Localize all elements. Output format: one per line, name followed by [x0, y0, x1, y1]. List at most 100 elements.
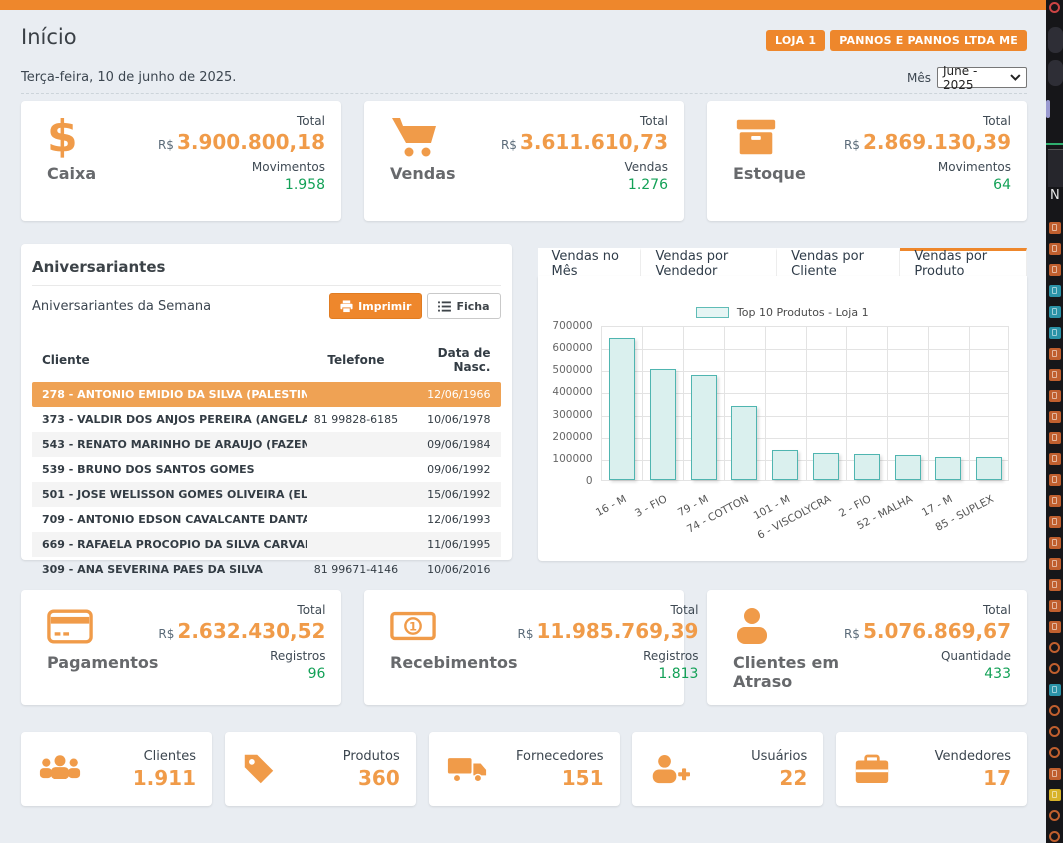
- column-header-data: Data de Nasc.: [405, 346, 490, 374]
- window-edge-fragment: [1048, 60, 1063, 86]
- data-nasc-cell: 09/06/1992: [405, 463, 490, 476]
- count-value: 96: [158, 666, 325, 682]
- currency-label: R$: [501, 138, 517, 152]
- user-icon: [733, 603, 844, 649]
- currency-label: R$: [844, 627, 860, 641]
- window-edge-fragment: [1049, 432, 1061, 444]
- tab-vendas-por-cliente[interactable]: Vendas por Cliente: [777, 248, 900, 276]
- card-title: Clientes em Atraso: [733, 653, 844, 691]
- currency-label: R$: [158, 627, 174, 641]
- cliente-cell: 278 - ANTONIO EMIDIO DA SILVA (PALESTINA…: [42, 388, 307, 401]
- ficha-button[interactable]: Ficha: [427, 293, 500, 319]
- birthday-row[interactable]: 309 - ANA SEVERINA PAES DA SILVA81 99671…: [32, 557, 501, 582]
- cliente-cell: 543 - RENATO MARINHO DE ARAUJO (FAZEND..…: [42, 438, 307, 451]
- card-title: Estoque: [733, 164, 806, 183]
- gridline: [969, 327, 970, 480]
- tab-vendas-no-mes[interactable]: Vendas no Mês: [538, 248, 642, 276]
- window-edge-fragment: [1049, 327, 1061, 339]
- window-edge-fragment: [1049, 789, 1061, 801]
- x-tick-label: 6 - VISCOLYCRA: [755, 493, 832, 542]
- birthday-row[interactable]: 373 - VALDIR DOS ANJOS PEREIRA (ANGELA)8…: [32, 407, 501, 432]
- cliente-cell: 373 - VALDIR DOS ANJOS PEREIRA (ANGELA): [42, 413, 307, 426]
- data-nasc-cell: 12/06/1993: [405, 513, 490, 526]
- print-button[interactable]: Imprimir: [329, 293, 422, 319]
- mini-label: Vendedores: [935, 749, 1011, 764]
- sales-tabs: Vendas no Mês Vendas por Vendedor Vendas…: [538, 248, 1027, 276]
- total-label: Total: [501, 114, 668, 128]
- y-tick-label: 200000: [538, 431, 593, 443]
- window-edge-fragment: [1049, 579, 1061, 591]
- bar-3 - FIO: [650, 369, 676, 480]
- data-nasc-cell: 09/06/1984: [405, 438, 490, 451]
- mini-value: 151: [516, 766, 604, 790]
- birthday-row[interactable]: 709 - ANTONIO EDSON CAVALCANTE DANTAS12/…: [32, 507, 501, 532]
- total-label: Total: [518, 603, 699, 617]
- total-amount: 5.076.869,67: [863, 619, 1011, 643]
- vendedores-mini-card[interactable]: Vendedores 17: [836, 732, 1027, 806]
- dashboard-page: Início LOJA 1 PANNOS E PANNOS LTDA ME Te…: [0, 10, 1046, 806]
- mini-value: 17: [935, 766, 1011, 790]
- tab-vendas-por-produto[interactable]: Vendas por Produto: [900, 248, 1027, 276]
- column-header-cliente: Cliente: [42, 353, 307, 367]
- window-edge-fragment: [1048, 149, 1063, 187]
- mini-label: Fornecedores: [516, 749, 604, 764]
- estoque-card: Estoque Total R$2.869.130,39 Movimentos …: [707, 101, 1027, 221]
- mini-value: 1.911: [133, 766, 196, 790]
- legend-label: Top 10 Produtos - Loja 1: [737, 306, 869, 319]
- birthday-row[interactable]: 539 - BRUNO DOS SANTOS GOMES 09/06/1992: [32, 457, 501, 482]
- x-axis-labels: 16 - M3 - FIO79 - M74 - COTTON101 - M6 -…: [601, 487, 1009, 547]
- birthday-row[interactable]: 501 - JOSE WELISSON GOMES OLIVEIRA (ELC.…: [32, 482, 501, 507]
- total-label: Total: [158, 603, 325, 617]
- clientes-mini-card[interactable]: Clientes 1.911: [21, 732, 212, 806]
- window-edge-fragment: [1046, 143, 1063, 145]
- tab-vendas-por-vendedor[interactable]: Vendas por Vendedor: [641, 248, 777, 276]
- gridline: [724, 327, 725, 480]
- count-value: 1.813: [518, 666, 699, 682]
- month-select[interactable]: June - 2025: [937, 67, 1027, 88]
- truck-icon: [447, 755, 487, 783]
- total-label: Total: [844, 603, 1011, 617]
- total-amount: 2.869.130,39: [863, 130, 1011, 154]
- chevron-down-icon: [1010, 74, 1021, 81]
- mini-value: 22: [751, 766, 807, 790]
- box-icon: [733, 114, 806, 160]
- total-amount: 3.611.610,73: [520, 130, 668, 154]
- window-edge-fragment: [1049, 2, 1060, 13]
- credit-card-icon: [47, 603, 158, 649]
- ficha-button-label: Ficha: [456, 300, 489, 313]
- store-badge[interactable]: LOJA 1: [766, 30, 825, 51]
- card-title: Recebimentos: [390, 653, 518, 672]
- count-label: Registros: [518, 649, 699, 663]
- cliente-cell: 539 - BRUNO DOS SANTOS GOMES: [42, 463, 307, 476]
- window-edge-fragment: [1049, 369, 1061, 381]
- window-edge-fragment: [1048, 27, 1063, 53]
- birthday-row[interactable]: 278 - ANTONIO EMIDIO DA SILVA (PALESTINA…: [32, 382, 501, 407]
- users-icon: [39, 754, 81, 784]
- company-badge[interactable]: PANNOS E PANNOS LTDA ME: [830, 30, 1027, 51]
- data-nasc-cell: 11/06/1995: [405, 538, 490, 551]
- window-edge-fragment: [1049, 684, 1061, 696]
- month-label: Mês: [907, 71, 931, 85]
- usuarios-mini-card[interactable]: Usuários 22: [632, 732, 823, 806]
- briefcase-icon: [854, 754, 890, 785]
- window-edge-fragment: [1049, 705, 1060, 716]
- birthday-row[interactable]: 543 - RENATO MARINHO DE ARAUJO (FAZEND..…: [32, 432, 501, 457]
- gridline: [928, 327, 929, 480]
- fornecedores-mini-card[interactable]: Fornecedores 151: [429, 732, 620, 806]
- data-nasc-cell: 12/06/1966: [405, 388, 490, 401]
- birthday-row[interactable]: 669 - RAFAELA PROCOPIO DA SILVA CARVALHO…: [32, 532, 501, 557]
- window-edge-fragment: [1049, 348, 1061, 360]
- produtos-mini-card[interactable]: Produtos 360: [225, 732, 416, 806]
- currency-label: R$: [844, 138, 860, 152]
- gridline: [846, 327, 847, 480]
- y-tick-label: 300000: [538, 409, 593, 421]
- top-accent-bar: [0, 0, 1046, 10]
- window-edge-fragment: [1049, 747, 1060, 758]
- current-date: Terça-feira, 10 de junho de 2025.: [21, 70, 236, 85]
- tag-icon: [243, 753, 275, 785]
- bar-6 - VISCOLYCRA: [813, 453, 839, 480]
- window-edge-fragment: [1049, 243, 1061, 255]
- currency-label: R$: [158, 138, 174, 152]
- count-value: 433: [844, 666, 1011, 682]
- mini-label: Produtos: [343, 749, 400, 764]
